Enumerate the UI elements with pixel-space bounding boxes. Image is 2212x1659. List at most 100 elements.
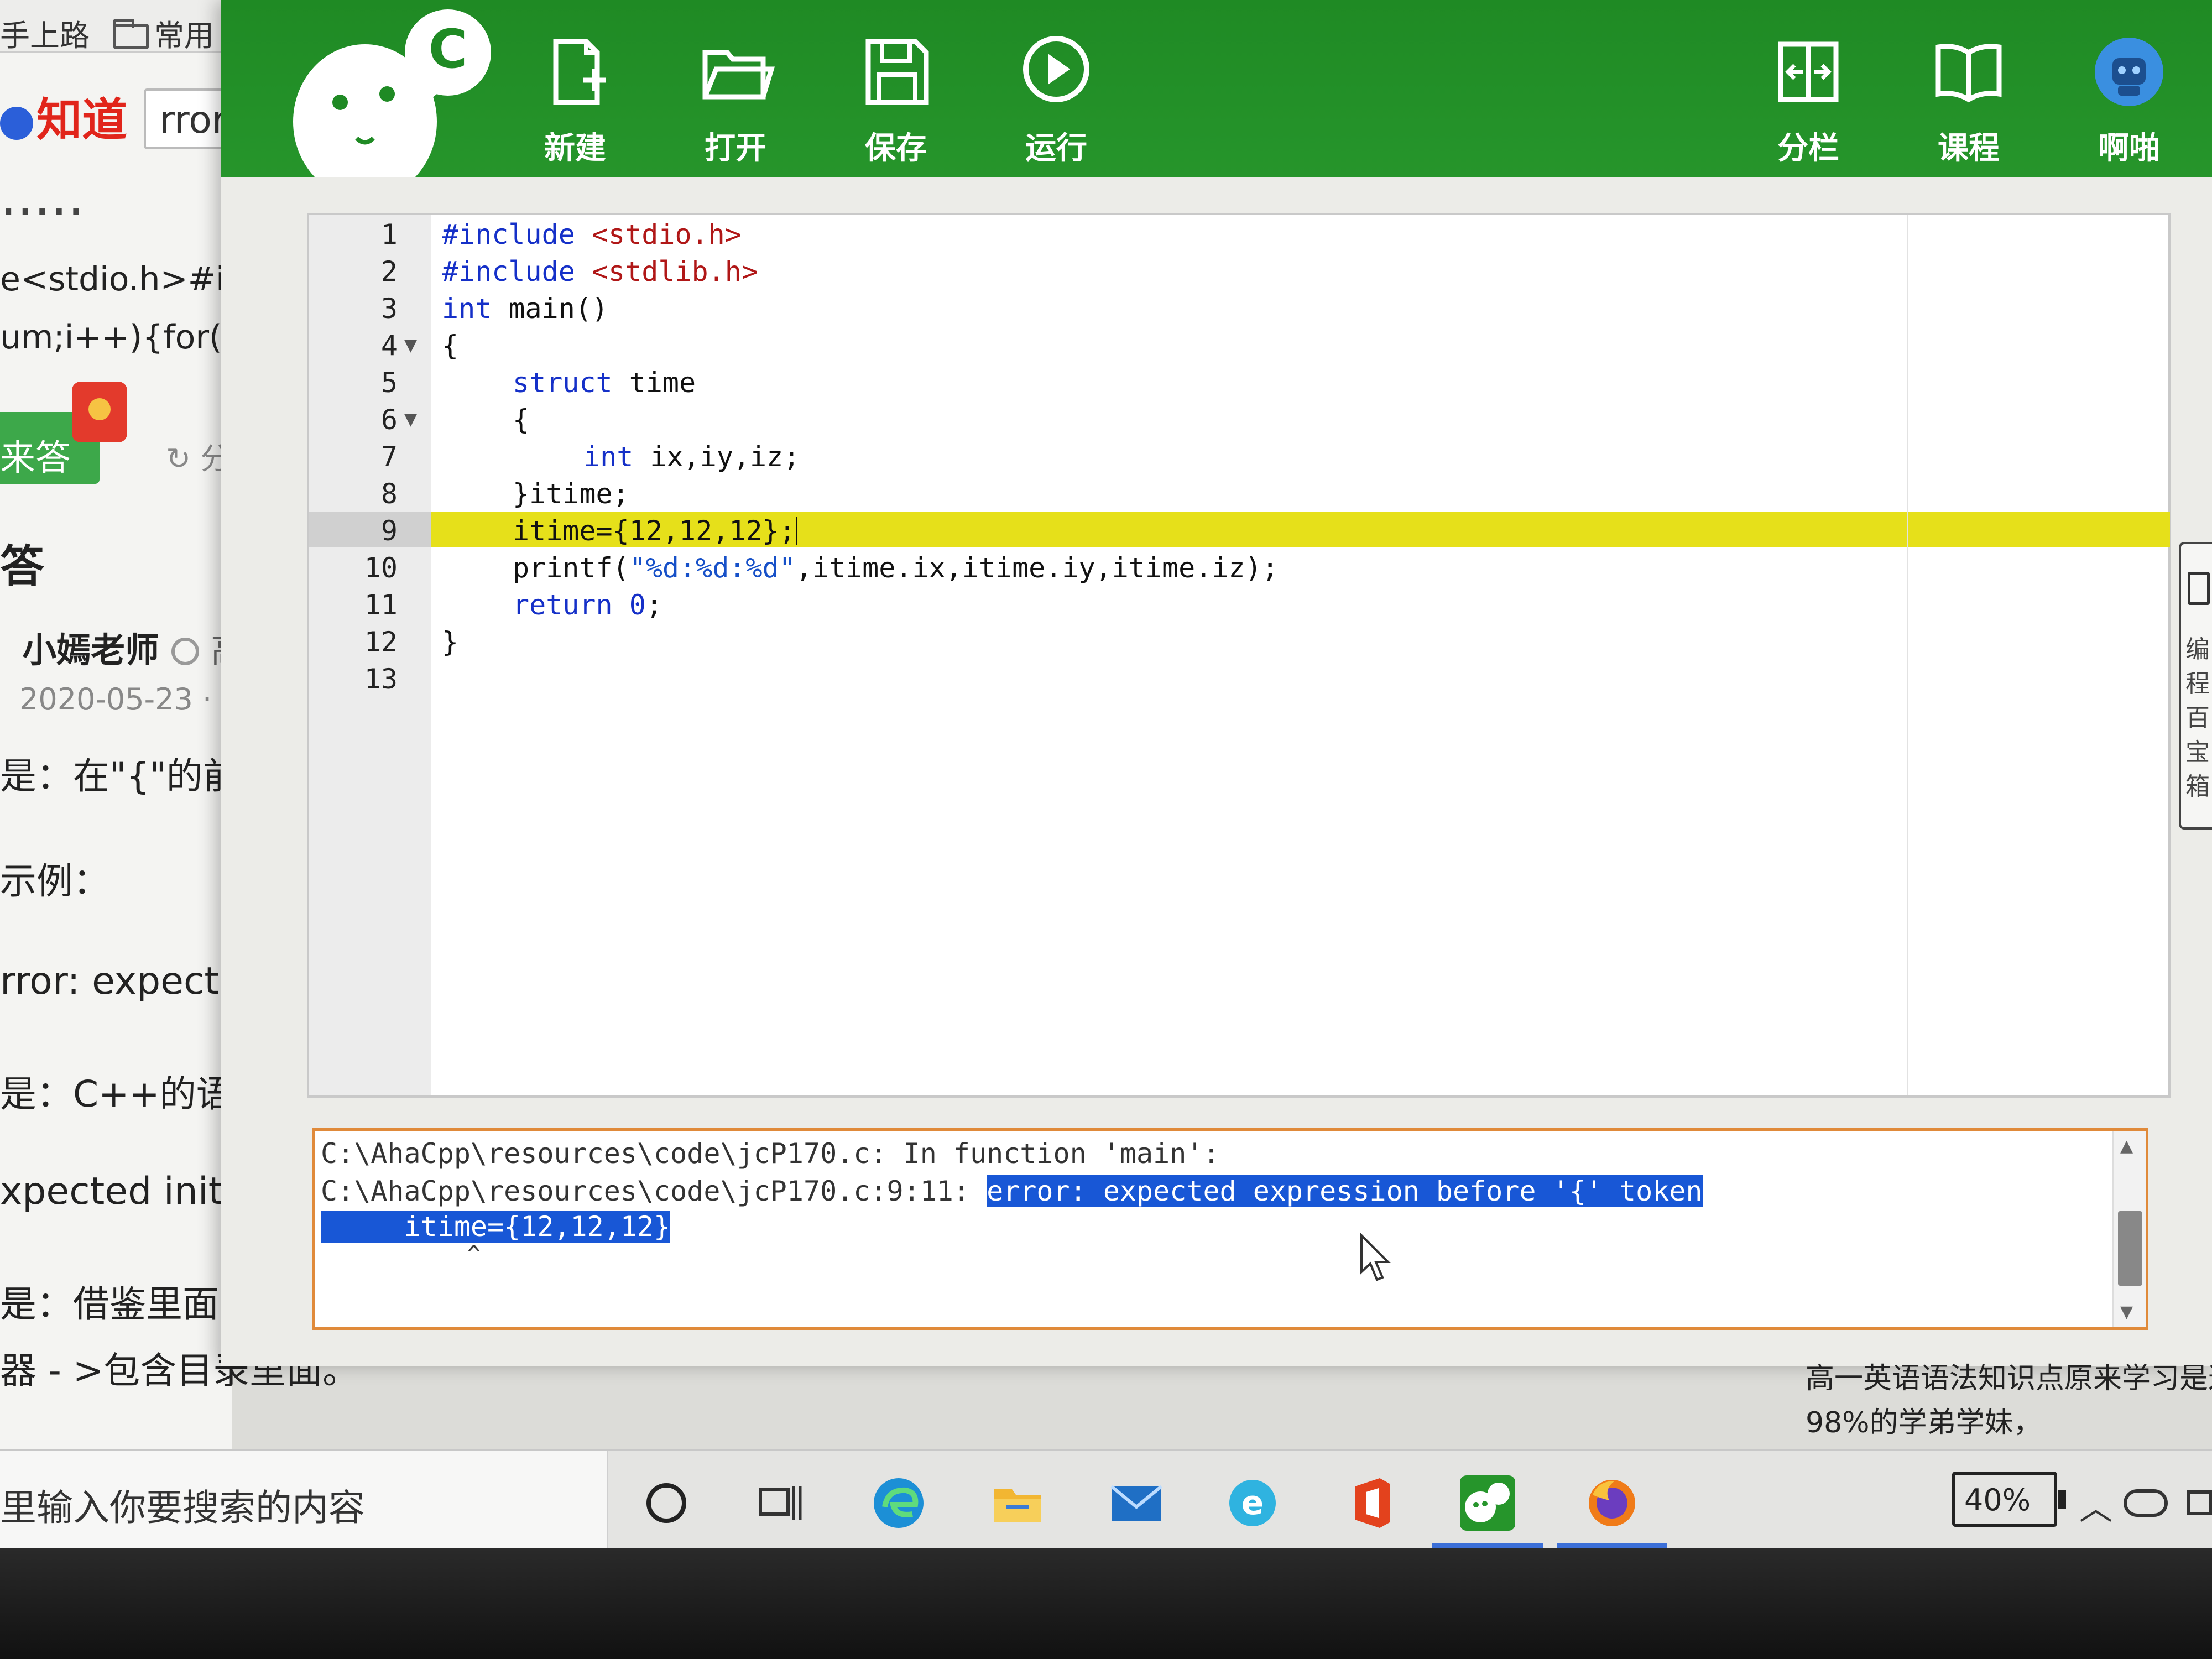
code-line[interactable]: int ix,iy,iz;	[583, 441, 800, 473]
line-number: 8	[380, 478, 398, 510]
mail-icon[interactable]	[1106, 1473, 1167, 1533]
code-line[interactable]: #include <stdlib.h>	[442, 255, 758, 288]
line-number: 12	[364, 626, 398, 658]
code-line[interactable]: }	[442, 626, 458, 658]
output-file-location: C:\AhaCpp\resources\code\jcP170.c:9:11:	[321, 1175, 987, 1207]
line-number: 10	[364, 552, 398, 584]
svg-text:C: C	[429, 18, 467, 80]
code-line[interactable]: int main()	[442, 293, 608, 325]
author-row: 小嫣老师 高	[22, 622, 232, 672]
run-button[interactable]: 运行	[995, 30, 1117, 166]
code-token: #include	[442, 255, 575, 288]
code-line[interactable]: return 0;	[513, 589, 662, 621]
scrollbar-thumb[interactable]	[2118, 1211, 2142, 1286]
code-line-current[interactable]: itime={12,12,12};	[513, 515, 797, 547]
book-icon	[1936, 44, 2002, 103]
ad-headline[interactable]: 高一英语语法知识点原来学习是这	[1806, 1355, 2212, 1396]
ahacpp-icon[interactable]	[1457, 1473, 1518, 1533]
code-token: int	[442, 293, 492, 325]
code-token: <stdio.h>	[575, 218, 742, 251]
show-hidden-icons-chevron-icon[interactable]: ︿	[2079, 1481, 2112, 1530]
code-line[interactable]: {	[442, 330, 458, 362]
play-icon	[1023, 36, 1089, 102]
code-token: "%d:%d:%d"	[629, 552, 796, 584]
scroll-down-icon[interactable]: ▼	[2120, 1302, 2133, 1322]
file-explorer-icon[interactable]	[987, 1473, 1048, 1533]
bookmark-folder-label: 常用	[154, 18, 214, 53]
firefox-icon[interactable]	[1582, 1473, 1642, 1533]
author-name[interactable]: 小嫣老师	[22, 630, 159, 670]
code-token: main()	[492, 293, 609, 325]
code-line[interactable]: }itime;	[513, 478, 629, 510]
cortana-icon[interactable]	[636, 1473, 697, 1533]
taskbar-search-box[interactable]: 里输入你要搜索的内容	[0, 1451, 608, 1550]
code-token: ,itime.ix,itime.iy,itime.iz);	[795, 552, 1279, 584]
fold-toggle-icon[interactable]: ▼	[404, 410, 417, 429]
toolbox-icon	[2188, 572, 2210, 605]
code-token: #include	[442, 218, 575, 251]
save-label: 保存	[865, 131, 927, 166]
code-line[interactable]: {	[513, 404, 529, 436]
onedrive-cloud-icon[interactable]	[2124, 1489, 2168, 1517]
question-snippet: e<stdio.h>#in	[0, 260, 232, 299]
network-icon[interactable]	[2187, 1490, 2212, 1515]
code-line[interactable]: printf("%d:%d:%d",itime.ix,itime.iy,itim…	[513, 552, 1279, 584]
line-number: 4	[380, 330, 398, 362]
office-icon[interactable]	[1341, 1473, 1402, 1533]
scroll-up-icon[interactable]: ▲	[2120, 1136, 2133, 1156]
code-token: ;	[645, 589, 662, 621]
monitor-bezel	[0, 1548, 2212, 1659]
answer-line: xpected initiali	[0, 1170, 232, 1213]
code-line[interactable]: struct time	[513, 367, 696, 399]
course-button[interactable]: 课程	[1908, 30, 2030, 166]
user-name-label: 啊啪	[2098, 131, 2160, 166]
code-token: 0	[612, 589, 646, 621]
fold-toggle-icon[interactable]: ▼	[404, 336, 417, 355]
task-view-icon[interactable]	[749, 1473, 810, 1533]
code-editor[interactable]: 1 2 3 4 ▼ 5 6 ▼ 7 8 9 10 11 12 13 #inclu…	[307, 213, 2171, 1098]
split-view-button[interactable]: 分栏	[1747, 30, 1869, 166]
share-button[interactable]: ↻ 分	[166, 434, 230, 478]
user-avatar-icon	[2095, 38, 2163, 106]
line-number: 2	[380, 255, 398, 288]
output-line: C:\AhaCpp\resources\code\jcP170.c: In fu…	[321, 1138, 1220, 1170]
ahacpp-window: C 新建 打开 保存 运行 分栏 课程 啊啪 1 2 3 4 ▼ 5 6 ▼ 7…	[221, 0, 2212, 1366]
bookmark-folder[interactable]: 常用	[113, 11, 214, 55]
section-heading: 答	[0, 541, 44, 592]
toolbox-side-tab[interactable]: 编程百宝箱	[2179, 542, 2212, 830]
question-snippet: um;i++){for(j=	[0, 318, 232, 357]
error-message-selected: error: expected expression before '{' to…	[987, 1175, 1703, 1207]
answer-line: 是：在"{"的前面	[0, 755, 232, 797]
new-file-button[interactable]: 新建	[514, 30, 636, 166]
page-heading-fragment: .....	[0, 166, 85, 228]
run-label: 运行	[1025, 131, 1087, 166]
bookmark-item[interactable]: 手上路	[0, 11, 90, 55]
edge-icon[interactable]	[868, 1473, 929, 1533]
ie-icon[interactable]: e	[1222, 1473, 1283, 1533]
code-token: time	[612, 367, 696, 399]
new-file-label: 新建	[544, 131, 606, 166]
zhidao-logo-text: 知道	[36, 94, 128, 147]
save-button[interactable]: 保存	[835, 30, 957, 166]
line-number: 11	[364, 589, 398, 621]
compiler-output-panel[interactable]: C:\AhaCpp\resources\code\jcP170.c: In fu…	[312, 1128, 2148, 1330]
folder-icon	[113, 19, 149, 49]
ahacpp-mascot-logo: C	[293, 9, 491, 177]
user-account-button[interactable]: 啊啪	[2068, 30, 2190, 166]
code-token: ix,iy,iz;	[633, 441, 800, 473]
code-token: return	[513, 589, 613, 621]
code-token: }	[442, 626, 459, 658]
ad-subline: 98%的学弟学妹，	[1806, 1406, 2042, 1439]
zhidao-logo[interactable]: 知道	[0, 83, 133, 147]
output-line: itime={12,12,12}	[321, 1211, 671, 1243]
ide-toolbar: C 新建 打开 保存 运行 分栏 课程 啊啪	[221, 0, 2212, 177]
open-file-button[interactable]: 打开	[675, 30, 796, 166]
code-token: {	[513, 404, 530, 436]
battery-indicator[interactable]: 40%	[1952, 1472, 2066, 1527]
browser-search-input[interactable]: rror	[144, 88, 232, 149]
answer-line: 是：借鉴里面问	[0, 1283, 255, 1326]
background-browser: 手上路 常用 知道 rror ..... e<stdio.h>#in um;i+…	[0, 0, 232, 1449]
output-scrollbar[interactable]: ▲ ▼	[2112, 1131, 2146, 1327]
code-line[interactable]: #include <stdio.h>	[442, 218, 742, 251]
baidu-paw-icon	[0, 107, 33, 140]
